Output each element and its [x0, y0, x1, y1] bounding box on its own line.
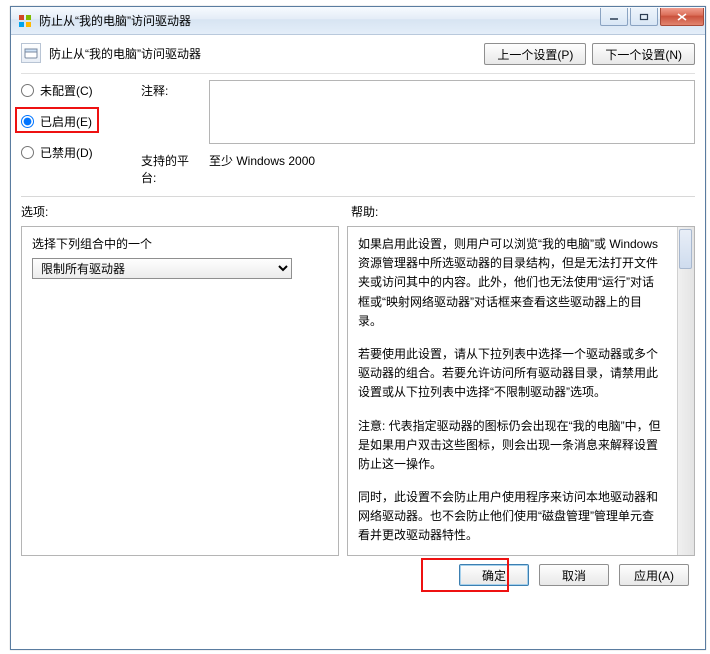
radio-not-configured[interactable]: 未配置(C) [21, 82, 141, 99]
policy-icon [21, 43, 41, 63]
platform-row: 支持的平台: 至少 Windows 2000 [141, 150, 695, 186]
cancel-button[interactable]: 取消 [539, 564, 609, 586]
prev-setting-button[interactable]: 上一个设置(P) [484, 43, 586, 65]
window-controls [598, 7, 705, 34]
help-p3: 注意: 代表指定驱动器的图标仍会出现在“我的电脑”中，但是如果用户双击这些图标，… [358, 417, 664, 475]
help-p4: 同时，此设置不会防止用户使用程序来访问本地驱动器和网络驱动器。也不会防止他们使用… [358, 488, 664, 546]
maximize-button[interactable] [630, 8, 658, 26]
fields: 注释: 支持的平台: 至少 Windows 2000 [141, 80, 695, 186]
radio-enabled-label: 已启用(E) [40, 113, 92, 130]
help-p1: 如果启用此设置，则用户可以浏览“我的电脑”或 Windows 资源管理器中所选驱… [358, 235, 664, 331]
radio-disabled-label: 已禁用(D) [40, 144, 93, 161]
radio-enabled-input[interactable] [21, 115, 34, 128]
header-title: 防止从“我的电脑”访问驱动器 [49, 45, 201, 62]
options-pane: 选择下列组合中的一个 限制所有驱动器 [21, 226, 339, 556]
restriction-select[interactable]: 限制所有驱动器 [32, 258, 292, 279]
comment-textarea[interactable] [209, 80, 695, 144]
divider [21, 73, 695, 74]
config-row: 未配置(C) 已启用(E) 已禁用(D) 注释: 支持的平 [21, 80, 695, 186]
window-title: 防止从“我的电脑”访问驱动器 [39, 12, 191, 29]
titlebar[interactable]: 防止从“我的电脑”访问驱动器 [11, 7, 705, 35]
help-label: 帮助: [351, 203, 378, 220]
content-area: 防止从“我的电脑”访问驱动器 上一个设置(P) 下一个设置(N) 未配置(C) … [11, 35, 705, 649]
radio-disabled-input[interactable] [21, 146, 34, 159]
next-setting-button[interactable]: 下一个设置(N) [592, 43, 695, 65]
radio-not-configured-input[interactable] [21, 84, 34, 97]
header-row: 防止从“我的电脑”访问驱动器 上一个设置(P) 下一个设置(N) [21, 41, 695, 65]
dialog-window: 防止从“我的电脑”访问驱动器 防止从“我的电 [10, 6, 706, 650]
panes: 选择下列组合中的一个 限制所有驱动器 如果启用此设置，则用户可以浏览“我的电脑”… [21, 226, 695, 556]
state-radios: 未配置(C) 已启用(E) 已禁用(D) [21, 80, 141, 186]
divider [21, 196, 695, 197]
radio-not-configured-label: 未配置(C) [40, 82, 93, 99]
help-text: 如果启用此设置，则用户可以浏览“我的电脑”或 Windows 资源管理器中所选驱… [358, 235, 684, 556]
minimize-button[interactable] [600, 8, 628, 26]
platform-value: 至少 Windows 2000 [209, 150, 315, 169]
footer: 确定 取消 应用(A) [21, 556, 695, 586]
radio-enabled[interactable]: 已启用(E) [21, 113, 141, 130]
options-label: 选项: [21, 203, 351, 220]
help-p2: 若要使用此设置，请从下拉列表中选择一个驱动器或多个驱动器的组合。若要允许访问所有… [358, 345, 664, 403]
section-labels: 选项: 帮助: [21, 203, 695, 220]
ok-button[interactable]: 确定 [459, 564, 529, 586]
comment-label: 注释: [141, 80, 201, 99]
options-prompt: 选择下列组合中的一个 [32, 235, 328, 252]
scrollbar-thumb[interactable] [679, 229, 692, 269]
platform-label: 支持的平台: [141, 150, 201, 186]
radio-disabled[interactable]: 已禁用(D) [21, 144, 141, 161]
close-button[interactable] [660, 8, 704, 26]
scrollbar-track[interactable] [677, 227, 694, 555]
comment-row: 注释: [141, 80, 695, 144]
help-pane: 如果启用此设置，则用户可以浏览“我的电脑”或 Windows 资源管理器中所选驱… [347, 226, 695, 556]
apply-button[interactable]: 应用(A) [619, 564, 689, 586]
app-icon [17, 13, 33, 29]
